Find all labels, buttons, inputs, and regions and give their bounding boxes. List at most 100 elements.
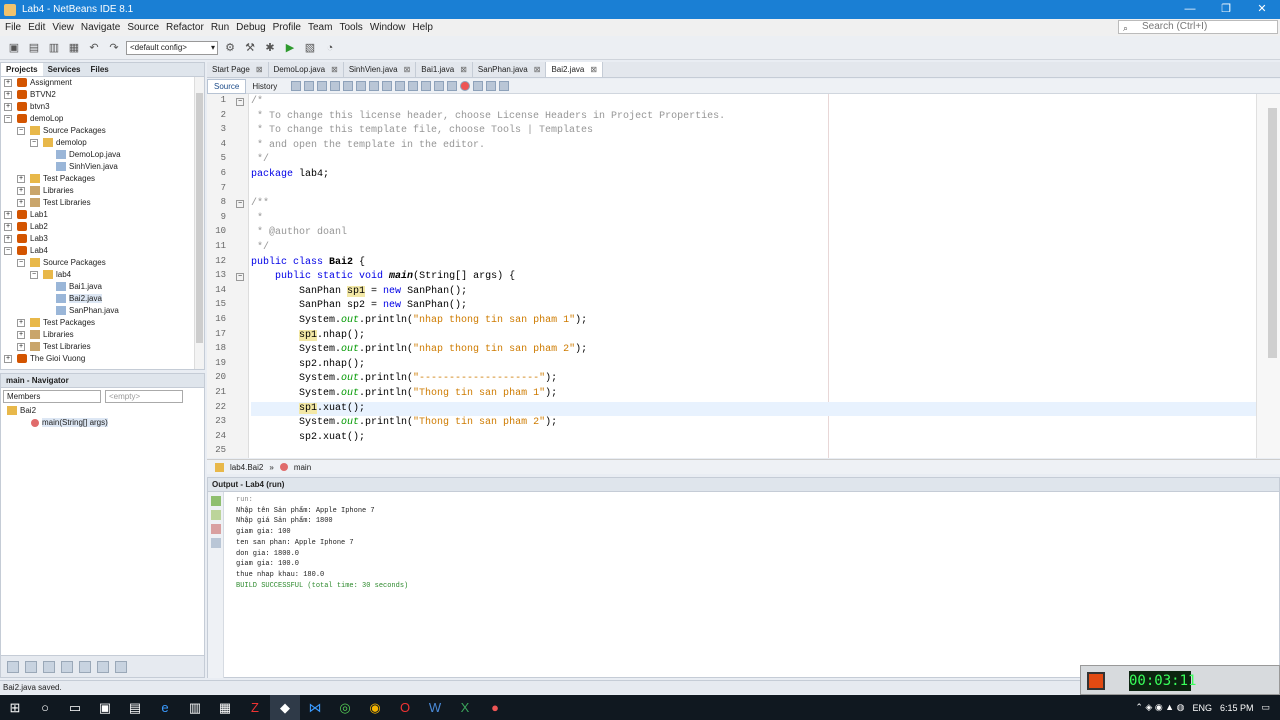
- undo-icon[interactable]: ↶: [86, 40, 102, 56]
- expand-toggle[interactable]: +: [17, 319, 25, 327]
- word-icon[interactable]: W: [420, 695, 450, 720]
- app-icon[interactable]: ▦: [210, 695, 240, 720]
- close-tab-icon[interactable]: ⊠: [590, 65, 597, 74]
- menu-edit[interactable]: Edit: [28, 22, 45, 33]
- toggle-bookmark-icon[interactable]: [421, 81, 432, 91]
- find-prev-icon[interactable]: [343, 81, 354, 91]
- menu-team[interactable]: Team: [308, 22, 332, 33]
- minimize-button[interactable]: —: [1172, 0, 1208, 19]
- tree-node[interactable]: + Libraries: [1, 185, 204, 197]
- recorder-task-icon[interactable]: ●: [480, 695, 510, 720]
- edge-icon[interactable]: e: [150, 695, 180, 720]
- navigator-class[interactable]: Bai2: [1, 405, 204, 417]
- redo-icon[interactable]: ↷: [106, 40, 122, 56]
- back-icon[interactable]: [304, 81, 315, 91]
- stop-icon[interactable]: [211, 524, 221, 534]
- editor-tab[interactable]: Start Page ⊠: [207, 62, 269, 77]
- breadcrumb-method[interactable]: main: [294, 463, 311, 472]
- code-line[interactable]: sp1.xuat();: [251, 402, 365, 416]
- search-input[interactable]: ⌕ Search (Ctrl+I): [1118, 20, 1278, 34]
- expand-toggle[interactable]: +: [4, 355, 12, 363]
- tree-node[interactable]: − demoLop: [1, 113, 204, 125]
- menu-source[interactable]: Source: [127, 22, 159, 33]
- toggle-highlight-icon[interactable]: [369, 81, 380, 91]
- editor-tab[interactable]: SanPhan.java ⊠: [473, 62, 547, 77]
- prev-bookmark-icon[interactable]: [395, 81, 406, 91]
- expand-toggle[interactable]: +: [4, 103, 12, 111]
- filter-inherited-icon[interactable]: [43, 660, 55, 673]
- excel-icon[interactable]: X: [450, 695, 480, 720]
- notepad-icon[interactable]: ▥: [180, 695, 210, 720]
- filter-select[interactable]: <empty>: [105, 390, 183, 403]
- tree-node[interactable]: + Lab3: [1, 233, 204, 245]
- editor-tab[interactable]: DemoLop.java ⊠: [269, 62, 344, 77]
- menu-file[interactable]: File: [5, 22, 21, 33]
- expand-toggle[interactable]: −: [30, 271, 38, 279]
- forward-icon[interactable]: [317, 81, 328, 91]
- store-icon[interactable]: ▣: [90, 695, 120, 720]
- code-line[interactable]: package lab4;: [251, 168, 329, 182]
- profile-icon[interactable]: ◔: [322, 40, 338, 56]
- fold-toggle[interactable]: −: [236, 273, 244, 282]
- shift-right-icon[interactable]: [447, 81, 458, 91]
- tree-node[interactable]: − lab4: [1, 269, 204, 281]
- editor-scrollbar[interactable]: [1256, 94, 1280, 458]
- members-select[interactable]: Members: [3, 390, 101, 403]
- code-line[interactable]: */: [251, 241, 269, 255]
- code-line[interactable]: public class Bai2 {: [251, 256, 365, 270]
- run-icon[interactable]: ▶: [282, 40, 298, 56]
- tree-node[interactable]: − Source Packages: [1, 125, 204, 137]
- close-button[interactable]: ✕: [1244, 0, 1280, 19]
- menu-profile[interactable]: Profile: [273, 22, 301, 33]
- code-line[interactable]: *: [251, 212, 263, 226]
- cortana-icon[interactable]: ○: [30, 695, 60, 720]
- notifications-icon[interactable]: ▭: [1261, 702, 1270, 713]
- fold-toggle[interactable]: −: [236, 98, 244, 106]
- expand-toggle[interactable]: +: [17, 187, 25, 195]
- code-editor[interactable]: 1−2 3 4 5 6 7 8−9 10 11 12 13−14 15 16 17 18 19 20 21 22 23…: [207, 94, 1280, 458]
- code-line[interactable]: System.out.println("Thong tin san pham 2…: [251, 416, 557, 430]
- menu-help[interactable]: Help: [412, 22, 433, 33]
- clock[interactable]: 6:15 PM: [1220, 703, 1254, 713]
- code-line[interactable]: * and open the template in the editor.: [251, 139, 485, 153]
- close-tab-icon[interactable]: ⊠: [404, 65, 411, 74]
- sort-source-icon[interactable]: [115, 660, 127, 673]
- expand-toggle[interactable]: −: [4, 247, 12, 255]
- filter-private-icon[interactable]: [79, 660, 91, 673]
- close-tab-icon[interactable]: ⊠: [256, 65, 263, 74]
- code-line[interactable]: SanPhan sp2 = new SanPhan();: [251, 299, 467, 313]
- build-icon[interactable]: ⚒: [242, 40, 258, 56]
- menu-window[interactable]: Window: [370, 22, 406, 33]
- expand-toggle[interactable]: +: [4, 223, 12, 231]
- menu-navigate[interactable]: Navigate: [81, 22, 120, 33]
- language-indicator[interactable]: ENG: [1192, 703, 1212, 713]
- code-line[interactable]: sp1.nhap();: [251, 329, 365, 343]
- expand-toggle[interactable]: +: [4, 91, 12, 99]
- rect-select-icon[interactable]: [382, 81, 393, 91]
- close-tab-icon[interactable]: ⊠: [460, 65, 467, 74]
- debug-icon[interactable]: ▧: [302, 40, 318, 56]
- expand-toggle[interactable]: −: [4, 115, 12, 123]
- new-file-icon[interactable]: ▣: [6, 40, 22, 56]
- expand-toggle[interactable]: +: [4, 211, 12, 219]
- filter-static-icon[interactable]: [25, 660, 37, 673]
- explorer-icon[interactable]: ▤: [120, 695, 150, 720]
- next-bookmark-icon[interactable]: [408, 81, 419, 91]
- tree-node[interactable]: + Lab2: [1, 221, 204, 233]
- code-line[interactable]: */: [251, 153, 269, 167]
- record-macro-icon[interactable]: [460, 81, 471, 91]
- netbeans-task-icon[interactable]: ◆: [270, 695, 300, 720]
- expand-toggle[interactable]: +: [17, 175, 25, 183]
- tab-services[interactable]: Services: [43, 63, 86, 76]
- tree-node[interactable]: SanPhan.java: [1, 305, 204, 317]
- chrome-icon[interactable]: ◉: [360, 695, 390, 720]
- breadcrumb-class[interactable]: lab4.Bai2: [230, 463, 263, 472]
- code-line[interactable]: sp2.nhap();: [251, 358, 365, 372]
- menu-refactor[interactable]: Refactor: [166, 22, 204, 33]
- tray-icons[interactable]: ⌃ ◈ ◉ ▲ ◍: [1135, 702, 1184, 713]
- expand-toggle[interactable]: +: [17, 331, 25, 339]
- save-all-icon[interactable]: ▦: [66, 40, 82, 56]
- editor-tab[interactable]: Bai2.java ⊠: [546, 62, 604, 77]
- menu-run[interactable]: Run: [211, 22, 229, 33]
- open-project-icon[interactable]: ▥: [46, 40, 62, 56]
